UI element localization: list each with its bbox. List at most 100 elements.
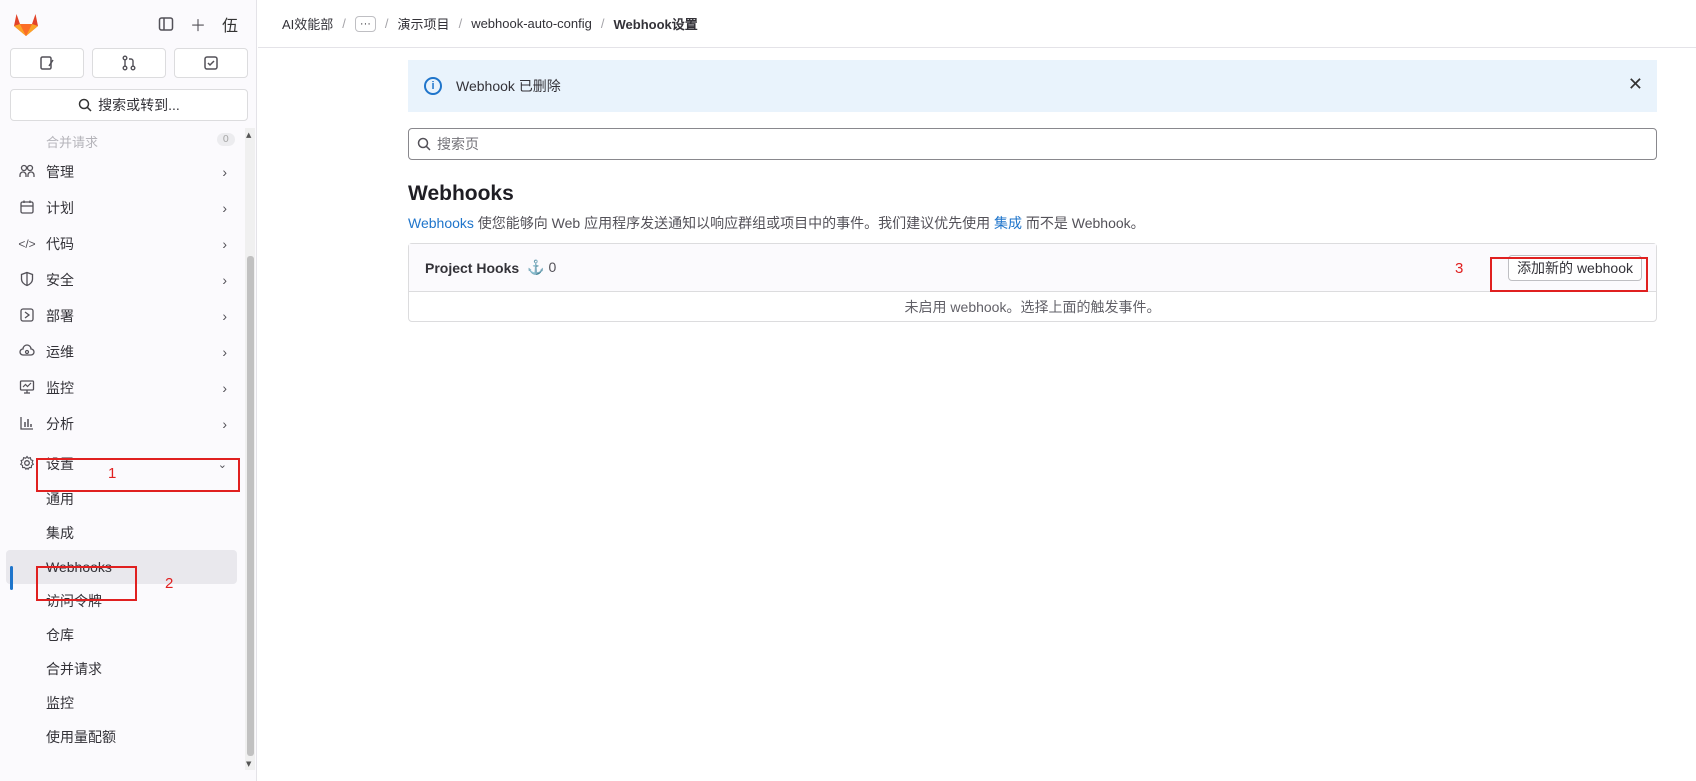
project-hooks-header: Project Hooks ⚓ 0 添加新的 webhook xyxy=(409,244,1656,292)
sidebar-item-label: 计划 xyxy=(46,200,74,216)
todo-button[interactable] xyxy=(174,48,248,78)
monitor-icon xyxy=(18,379,36,398)
alert-banner: i Webhook 已删除 ✕ xyxy=(408,60,1657,112)
avatar[interactable]: 伍 xyxy=(219,13,241,35)
search-page-placeholder: 搜索页 xyxy=(437,136,479,152)
breadcrumb-root[interactable]: AI效能部 xyxy=(282,14,333,33)
breadcrumb: AI效能部 / ··· / 演示项目 / webhook-auto-config… xyxy=(258,0,1696,48)
hooks-count: ⚓ 0 xyxy=(527,259,556,276)
integrations-link[interactable]: 集成 xyxy=(994,215,1022,231)
sidebar-subitem-merge-requests[interactable]: 合并请求 xyxy=(0,652,245,686)
sidebar-item-manage[interactable]: 管理 › xyxy=(0,154,245,190)
page-title: Webhooks xyxy=(408,182,514,205)
sidebar-item-operate[interactable]: 运维 › xyxy=(0,334,245,370)
sidebar-subitem-repository[interactable]: 仓库 xyxy=(0,618,245,652)
sidebar-item-analyze[interactable]: 分析 › xyxy=(0,406,245,442)
sidebar-subitem-monitor[interactable]: 监控 xyxy=(0,686,245,720)
sidebar: ＋ 伍 搜索或转到... 合并请求 0 管理 › 计划 › </> 代码 › 安… xyxy=(0,0,257,781)
webhooks-docs-link[interactable]: Webhooks xyxy=(408,215,474,231)
breadcrumb-current[interactable]: Webhook设置 xyxy=(614,14,698,33)
issues-button[interactable] xyxy=(10,48,84,78)
sidebar-item-label: 监控 xyxy=(46,380,74,396)
sidebar-item-label: 运维 xyxy=(46,344,74,360)
annotation-box-add-webhook xyxy=(1490,257,1648,292)
chevron-right-icon: › xyxy=(222,380,227,396)
search-icon xyxy=(417,137,431,151)
annotation-number-3: 3 xyxy=(1455,260,1464,277)
sidebar-item-label: 合并请求 xyxy=(46,135,99,151)
close-icon[interactable]: ✕ xyxy=(1628,74,1643,95)
gitlab-logo-icon[interactable] xyxy=(12,11,40,37)
sidebar-subitem-label: 仓库 xyxy=(46,627,74,643)
sidebar-nav: 合并请求 0 管理 › 计划 › </> 代码 › 安全 › 部署 › 运维 ›… xyxy=(0,128,245,754)
app: ＋ 伍 搜索或转到... 合并请求 0 管理 › 计划 › </> 代码 › 安… xyxy=(0,0,1696,781)
sidebar-item-label: 分析 xyxy=(46,416,74,432)
code-icon: </> xyxy=(18,237,36,251)
sidebar-subitem-label: 集成 xyxy=(46,525,74,541)
sidebar-item-deploy[interactable]: 部署 › xyxy=(0,298,245,334)
plus-icon[interactable]: ＋ xyxy=(187,13,209,35)
sidebar-item-merge-requests-faded[interactable]: 合并请求 0 xyxy=(0,128,245,154)
sidebar-item-label: 部署 xyxy=(46,308,74,324)
alert-text: Webhook 已删除 xyxy=(456,78,561,94)
page-description: Webhooks 使您能够向 Web 应用程序发送通知以响应群组或项目中的事件。… xyxy=(408,213,1657,233)
merge-requests-button[interactable] xyxy=(92,48,166,78)
annotation-box-webhooks xyxy=(36,566,137,601)
sidebar-item-code[interactable]: </> 代码 › xyxy=(0,226,245,262)
chevron-right-icon: › xyxy=(222,308,227,324)
sidebar-subitem-integrations[interactable]: 集成 xyxy=(0,516,245,550)
sidebar-toggle-icon[interactable] xyxy=(155,13,177,35)
sidebar-item-security[interactable]: 安全 › xyxy=(0,262,245,298)
scroll-down-arrow-icon[interactable]: ▼ xyxy=(246,760,251,768)
main-content: i Webhook 已删除 ✕ 搜索页 Webhooks Webhooks 使您… xyxy=(408,60,1657,322)
users-icon xyxy=(18,163,36,182)
sidebar-item-plan[interactable]: 计划 › xyxy=(0,190,245,226)
chart-icon xyxy=(18,415,36,434)
sidebar-subitem-label: 使用量配额 xyxy=(46,729,116,745)
breadcrumb-separator: / xyxy=(342,16,346,31)
breadcrumb-project[interactable]: webhook-auto-config xyxy=(471,16,592,31)
annotation-box-settings xyxy=(36,458,240,492)
annotation-number-1: 1 xyxy=(108,465,117,482)
shield-icon xyxy=(18,271,36,290)
sidebar-item-label: 管理 xyxy=(46,164,74,180)
sidebar-item-label: 安全 xyxy=(46,272,74,288)
deploy-icon xyxy=(18,307,36,326)
calendar-icon xyxy=(18,199,36,218)
project-hooks-card: Project Hooks ⚓ 0 添加新的 webhook 未启用 webho… xyxy=(408,243,1657,322)
info-icon: i xyxy=(424,77,442,95)
sidebar-item-label: 代码 xyxy=(46,236,74,252)
scroll-up-arrow-icon[interactable]: ▲ xyxy=(246,131,251,139)
project-hooks-title: Project Hooks xyxy=(425,259,520,276)
search-label: 搜索或转到... xyxy=(98,97,180,113)
breadcrumb-separator: / xyxy=(384,16,389,31)
breadcrumb-group[interactable]: 演示项目 xyxy=(398,14,450,33)
sidebar-item-monitor[interactable]: 监控 › xyxy=(0,370,245,406)
hooks-empty-state: 未启用 webhook。选择上面的触发事件。 xyxy=(904,298,1161,315)
description-text: 使您能够向 Web 应用程序发送通知以响应群组或项目中的事件。我们建议优先使用 xyxy=(473,215,994,231)
active-indicator xyxy=(10,566,13,590)
breadcrumb-separator: / xyxy=(600,16,605,31)
hooks-count-value: 0 xyxy=(548,259,557,275)
chevron-right-icon: › xyxy=(222,236,227,252)
anchor-icon: ⚓ xyxy=(527,259,545,275)
merge-request-icon xyxy=(122,55,136,71)
count-badge: 0 xyxy=(216,133,235,146)
chevron-right-icon: › xyxy=(222,272,227,288)
chevron-right-icon: › xyxy=(222,416,227,432)
sidebar-scrollbar-thumb[interactable] xyxy=(247,256,254,756)
issues-icon xyxy=(40,56,54,70)
sidebar-subitem-label: 通用 xyxy=(46,491,74,507)
chevron-right-icon: › xyxy=(222,344,227,360)
search-or-go-to-button[interactable]: 搜索或转到... xyxy=(10,89,248,121)
description-text-end: 而不是 Webhook。 xyxy=(1022,215,1145,231)
sidebar-subitem-label: 合并请求 xyxy=(46,661,102,677)
breadcrumb-ellipsis-button[interactable]: ··· xyxy=(354,15,376,32)
chevron-right-icon: › xyxy=(222,164,227,180)
sidebar-subitem-label: 监控 xyxy=(46,695,74,711)
todo-icon xyxy=(204,56,218,70)
gear-icon xyxy=(18,455,36,474)
search-icon xyxy=(78,98,92,112)
sidebar-subitem-usage-quotas[interactable]: 使用量配额 xyxy=(0,720,245,754)
search-page-input[interactable]: 搜索页 xyxy=(408,128,1657,160)
